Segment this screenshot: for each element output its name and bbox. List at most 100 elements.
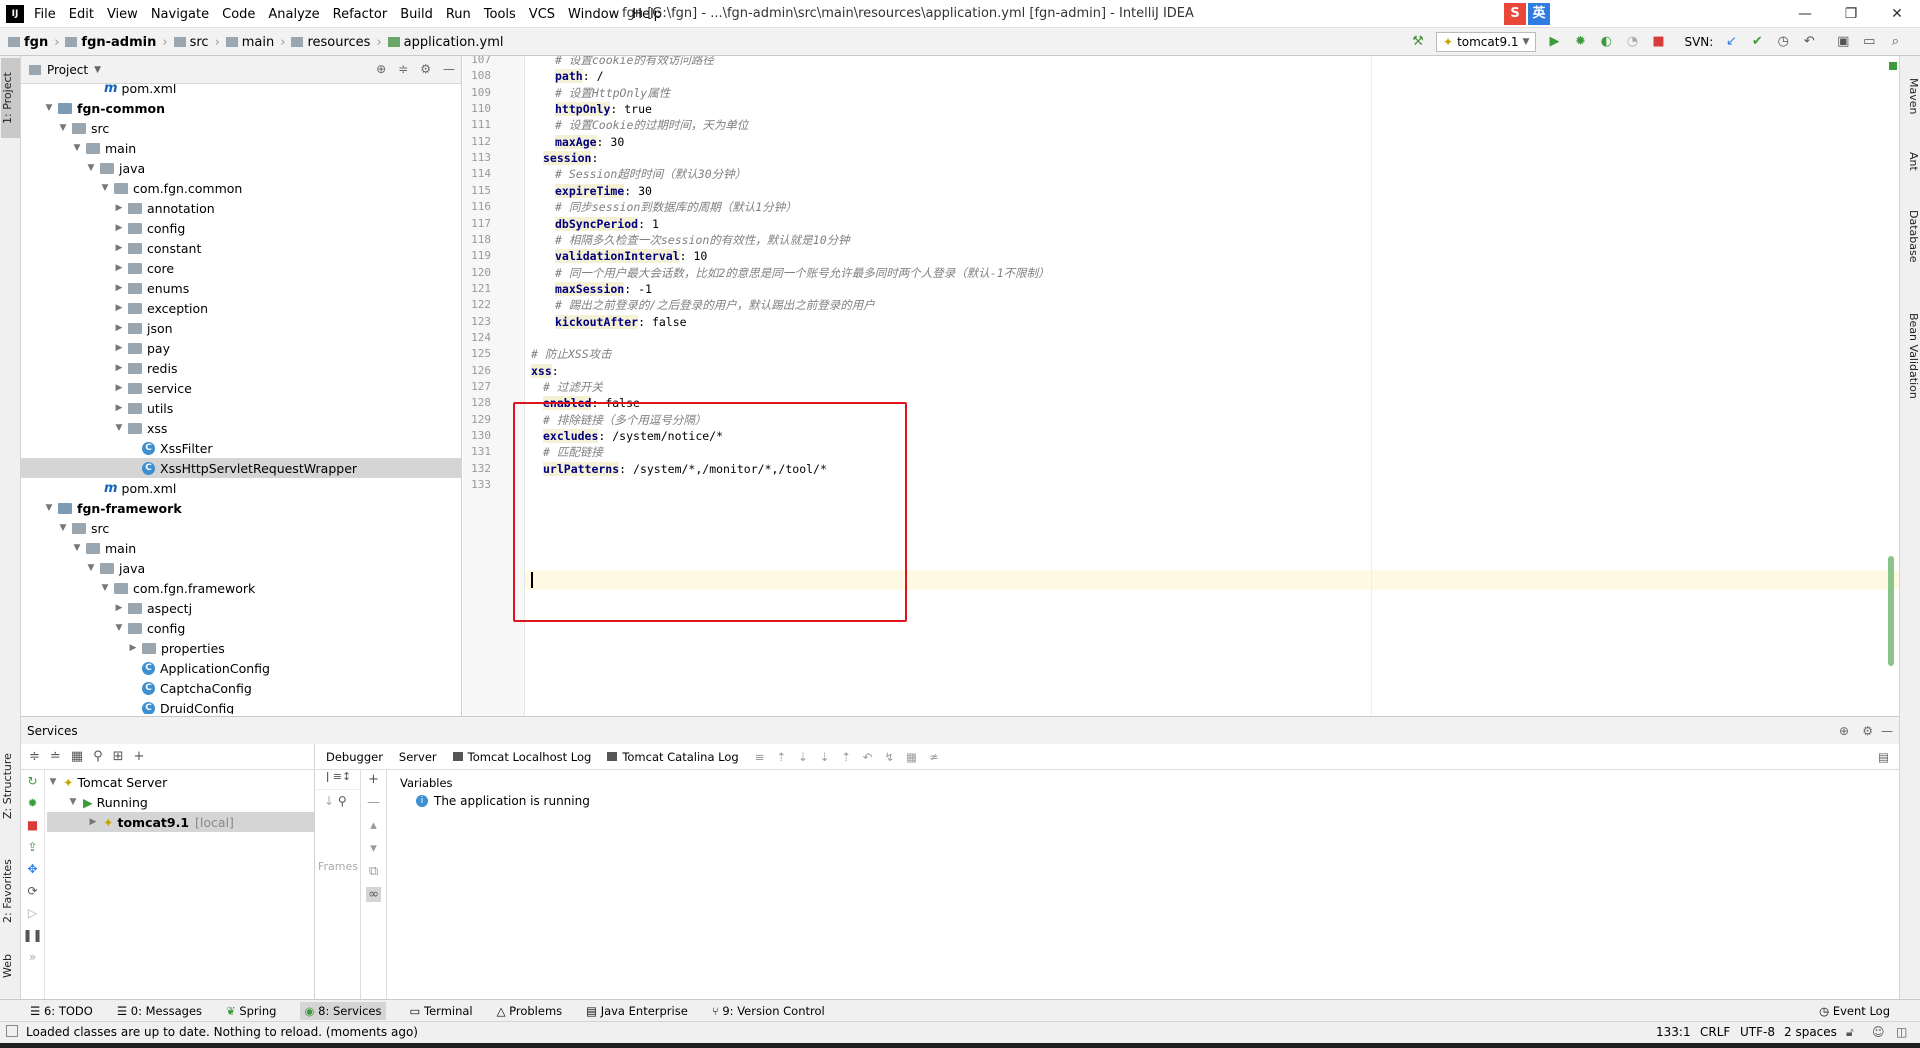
- frames-toolbar[interactable]: ǀ ≡↕: [316, 770, 360, 790]
- caret-position[interactable]: 133:1: [1656, 1025, 1691, 1039]
- chevron-right-icon[interactable]: ▶: [113, 243, 125, 253]
- tree-node[interactable]: ▶ enums: [21, 278, 462, 298]
- menu-build[interactable]: Build: [400, 7, 433, 22]
- tree-node[interactable]: ▶ service: [21, 378, 462, 398]
- chevron-down-icon[interactable]: ▼: [85, 163, 97, 173]
- tab-project[interactable]: 1: Project: [1, 58, 20, 138]
- tree-node[interactable]: m pom.xml: [21, 84, 462, 98]
- tab-favorites[interactable]: 2: Favorites: [1, 851, 20, 931]
- stop-icon[interactable]: ■: [27, 818, 38, 832]
- tree-node[interactable]: ▶ exception: [21, 298, 462, 318]
- chevron-right-icon[interactable]: ▶: [127, 643, 139, 653]
- filter-icon[interactable]: ⚲: [93, 749, 103, 764]
- tree-node[interactable]: ▶ json: [21, 318, 462, 338]
- minimize-icon[interactable]: —: [1782, 0, 1828, 28]
- file-encoding[interactable]: UTF-8: [1740, 1025, 1775, 1039]
- menu-vcs[interactable]: VCS: [529, 7, 555, 22]
- breadcrumb-application-yml[interactable]: application.yml: [387, 35, 503, 50]
- update-icon[interactable]: ✥: [27, 862, 37, 876]
- group-icon[interactable]: ▦: [71, 749, 83, 764]
- menu-refactor[interactable]: Refactor: [333, 7, 388, 22]
- maximize-icon[interactable]: ❐: [1828, 0, 1874, 28]
- profile-icon[interactable]: ◔: [1624, 34, 1640, 50]
- history-icon[interactable]: ◷: [1775, 34, 1791, 50]
- chevron-right-icon[interactable]: ▶: [113, 323, 125, 333]
- more-icon[interactable]: »: [29, 950, 36, 964]
- tree-node-tomcat9-1[interactable]: ▶ ✦ tomcat9.1 [local]: [47, 812, 315, 832]
- svn-commit-icon[interactable]: ✔: [1749, 34, 1765, 50]
- debug-icon[interactable]: ✹: [27, 796, 37, 810]
- tab-maven[interactable]: Maven: [1901, 66, 1920, 126]
- tab-localhost-log[interactable]: Tomcat Localhost Log: [452, 750, 591, 764]
- scrollbar-thumb[interactable]: [1888, 556, 1894, 666]
- indent-setting[interactable]: 2 spaces: [1784, 1025, 1837, 1039]
- tree-node[interactable]: ▼ src: [21, 118, 462, 138]
- tree-node[interactable]: ▼ com.fgn.common: [21, 178, 462, 198]
- tree-node[interactable]: m pom.xml: [21, 478, 462, 498]
- chevron-down-icon[interactable]: ▼: [85, 563, 97, 573]
- globe-icon[interactable]: ⊕: [1839, 724, 1849, 738]
- chevron-right-icon[interactable]: ▶: [113, 203, 125, 213]
- tree-node[interactable]: ▼ java: [21, 158, 462, 178]
- menu-tools[interactable]: Tools: [484, 7, 516, 22]
- rerun-icon[interactable]: ↻: [27, 774, 37, 788]
- tool-windows-icon[interactable]: [6, 1025, 18, 1037]
- tab-java-enterprise[interactable]: ▤ Java Enterprise: [586, 1004, 688, 1018]
- breadcrumb-resources[interactable]: resources: [291, 35, 370, 50]
- layout-icon[interactable]: ▤: [1878, 750, 1889, 764]
- hide-icon[interactable]: —: [443, 62, 455, 76]
- line-separator[interactable]: CRLF: [1700, 1025, 1730, 1039]
- tree-node[interactable]: ▶ config: [21, 218, 462, 238]
- collapse-all-icon[interactable]: ≑: [398, 62, 408, 76]
- copy-icon[interactable]: ⧉: [369, 864, 378, 879]
- tree-node[interactable]: C XssHttpServletRequestWrapper: [21, 458, 462, 478]
- tab-messages[interactable]: ☰ 0: Messages: [117, 1004, 202, 1018]
- chevron-right-icon[interactable]: ▶: [113, 283, 125, 293]
- refresh-icon[interactable]: ⟳: [27, 884, 37, 898]
- chevron-down-icon[interactable]: ▼: [43, 503, 55, 513]
- glasses-icon[interactable]: ∞: [366, 887, 381, 902]
- tab-todo[interactable]: ☰ 6: TODO: [30, 1004, 93, 1018]
- debugger-step-icons[interactable]: ≡⇡⇣⇣⇡↶↯▦≄: [755, 750, 951, 764]
- tree-node[interactable]: C CaptchaConfig: [21, 678, 462, 698]
- down-icon[interactable]: ▾: [370, 841, 377, 856]
- tree-node[interactable]: ▼ main: [21, 538, 462, 558]
- revert-icon[interactable]: ↶: [1801, 34, 1817, 50]
- tab-spring[interactable]: ❦ Spring: [226, 1004, 276, 1018]
- breadcrumb-src[interactable]: src: [173, 35, 209, 50]
- tree-node[interactable]: ▼ fgn-framework: [21, 498, 462, 518]
- tab-version-control[interactable]: ⑂ 9: Version Control: [712, 1004, 825, 1018]
- pause-icon[interactable]: ❚❚: [22, 928, 42, 942]
- chevron-down-icon[interactable]: ▼: [57, 123, 69, 133]
- svn-update-icon[interactable]: ↙: [1723, 34, 1739, 50]
- deploy-icon[interactable]: ⇪: [27, 840, 37, 854]
- chevron-right-icon[interactable]: ▶: [113, 263, 125, 273]
- up-icon[interactable]: ▴: [370, 818, 377, 833]
- code-line[interactable]: kickoutAfter: false: [555, 312, 687, 332]
- chevron-down-icon[interactable]: ▼: [43, 103, 55, 113]
- collapse-all-icon[interactable]: ≐: [50, 749, 61, 764]
- add-icon[interactable]: +: [134, 749, 145, 764]
- menu-edit[interactable]: Edit: [69, 7, 94, 22]
- tab-event-log[interactable]: ◷ Event Log: [1819, 1004, 1890, 1018]
- tab-web[interactable]: Web: [1, 946, 20, 986]
- chevron-right-icon[interactable]: ▶: [113, 403, 125, 413]
- tree-node[interactable]: C DruidConfig: [21, 698, 462, 714]
- tree-node[interactable]: ▼ xss: [21, 418, 462, 438]
- tree-node[interactable]: ▶ annotation: [21, 198, 462, 218]
- locate-icon[interactable]: ⊕: [376, 62, 386, 76]
- search-everywhere-icon[interactable]: ⌕: [1887, 34, 1903, 50]
- tree-node-running[interactable]: ▼ ▶ Running: [47, 792, 167, 812]
- inspector-icon[interactable]: ☺: [1872, 1025, 1885, 1039]
- chevron-down-icon[interactable]: ▼: [113, 423, 125, 433]
- tab-problems[interactable]: △ Problems: [497, 1004, 563, 1018]
- tab-ant[interactable]: Ant: [1901, 141, 1920, 181]
- chevron-down-icon[interactable]: ▼: [71, 143, 83, 153]
- tree-node[interactable]: C ApplicationConfig: [21, 658, 462, 678]
- run-configuration-select[interactable]: ✦ tomcat9.1 ▼: [1436, 32, 1537, 52]
- breadcrumb-fgn[interactable]: fgn: [8, 35, 48, 50]
- gear-icon[interactable]: ⚙: [1862, 724, 1873, 738]
- tab-debugger[interactable]: Debugger: [326, 750, 383, 764]
- ime-indicator[interactable]: S 英: [1504, 3, 1550, 25]
- tab-structure[interactable]: Z: Structure: [1, 746, 20, 826]
